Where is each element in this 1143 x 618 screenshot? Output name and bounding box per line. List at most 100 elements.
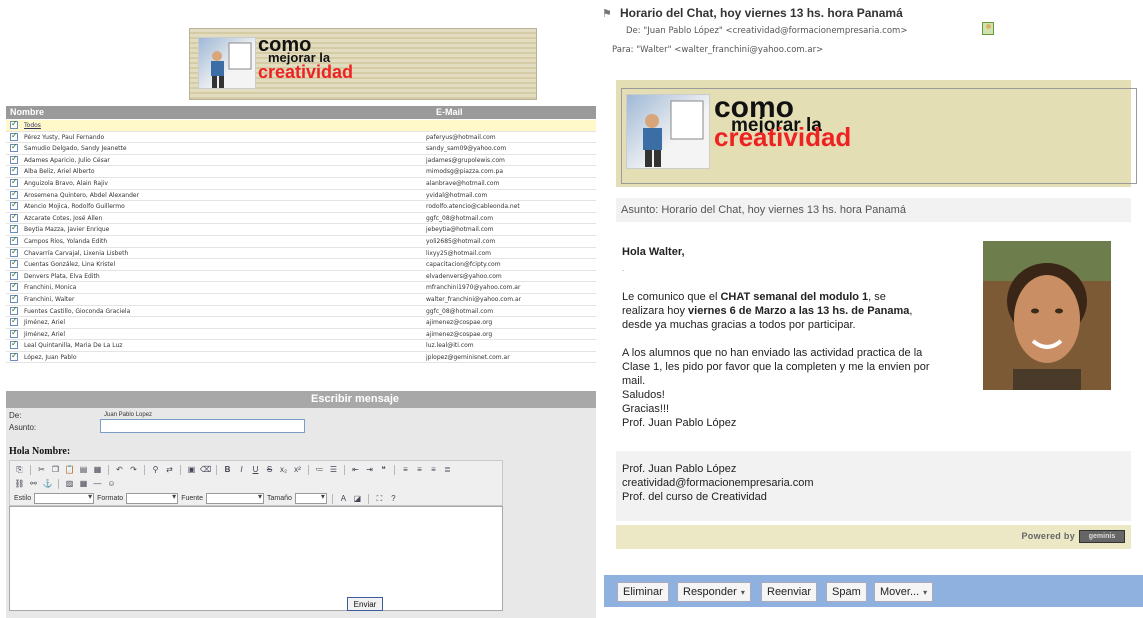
contact-row[interactable]: Leal Quintanilla, Maria De La Luz luz.lea…: [6, 339, 596, 352]
contact-name: Campos Ríos, Yolanda Edith: [24, 237, 108, 245]
outdent-icon[interactable]: ⇤: [350, 464, 361, 475]
underline-icon[interactable]: U: [250, 464, 261, 475]
contact-checkbox[interactable]: [10, 142, 18, 153]
replace-icon[interactable]: ⇄: [164, 464, 175, 475]
contact-checkbox[interactable]: [10, 131, 18, 141]
contact-row[interactable]: Cuentas González, Lina Kristel capacitaci…: [6, 258, 596, 271]
subscript-icon[interactable]: x₂: [278, 464, 289, 475]
contact-row[interactable]: Chavarría Carvajal, Lixenia Lisbeth lixyy…: [6, 247, 596, 260]
contact-row[interactable]: Campos Ríos, Yolanda Edith yoli2685@hotma…: [6, 235, 596, 248]
contact-checkbox[interactable]: [10, 189, 18, 199]
contact-checkbox[interactable]: [10, 305, 18, 315]
align-right-icon[interactable]: ≡: [428, 464, 439, 475]
bg-color-icon[interactable]: ◪: [352, 493, 363, 504]
cut-icon[interactable]: ✂: [36, 464, 47, 475]
align-justify-icon[interactable]: ≣: [442, 464, 453, 475]
align-center-icon[interactable]: ≡: [414, 464, 425, 475]
move-button[interactable]: Mover... ▾: [874, 582, 934, 602]
reply-button[interactable]: Responder ▾: [677, 582, 751, 602]
contact-checkbox[interactable]: [10, 247, 18, 257]
select-all-row[interactable]: Todos: [6, 119, 596, 132]
blockquote-icon[interactable]: ❝: [378, 464, 389, 475]
horizontal-rule-icon[interactable]: ―: [92, 478, 103, 489]
contact-checkbox[interactable]: [10, 293, 18, 303]
contact-checkbox[interactable]: [10, 316, 18, 327]
add-contact-icon[interactable]: [982, 22, 994, 35]
bold-icon[interactable]: B: [222, 464, 233, 475]
reply-dropdown-icon[interactable]: ▾: [741, 588, 745, 597]
contact-row[interactable]: Jiménez, Ariel ajimenez@cospae.org: [6, 316, 596, 329]
paste-text-icon[interactable]: ▤: [78, 464, 89, 475]
send-button[interactable]: Enviar: [347, 597, 383, 611]
font-select[interactable]: [205, 492, 264, 504]
subject-input[interactable]: [100, 419, 305, 433]
contact-checkbox[interactable]: [10, 270, 18, 280]
contact-row[interactable]: Beytia Mazza, Javier Enrique jebeytia@hot…: [6, 223, 596, 236]
table-icon[interactable]: ▦: [78, 478, 89, 489]
contact-checkbox[interactable]: [10, 223, 18, 234]
contact-name: Azcarate Cotes, José Allen: [24, 214, 103, 222]
contact-row[interactable]: Arosemena Quintero, Abdel Alexander yvida…: [6, 189, 596, 202]
contact-row[interactable]: Atencio Mojica, Rodolfo Guillermo rodolfo…: [6, 200, 596, 213]
contact-row[interactable]: Franchini, Monica mfranchini1970@yahoo.co…: [6, 281, 596, 294]
undo-icon[interactable]: ↶: [114, 464, 125, 475]
source-icon[interactable]: ⎘: [14, 464, 25, 475]
contact-row[interactable]: Alba Beliz, Ariel Alberto mimodsg@piazza.…: [6, 165, 596, 178]
italic-icon[interactable]: I: [236, 464, 247, 475]
contact-checkbox[interactable]: [10, 235, 18, 245]
anchor-icon[interactable]: ⚓: [42, 478, 53, 489]
contact-row[interactable]: Fuentes Castillo, Gioconda Graciela ggfc_…: [6, 305, 596, 318]
forward-button[interactable]: Reenviar: [761, 582, 818, 602]
select-all-icon[interactable]: ▣: [186, 464, 197, 475]
contact-checkbox[interactable]: [10, 200, 18, 211]
contact-checkbox[interactable]: [10, 212, 18, 222]
contact-row[interactable]: Jiménez, Ariel ajimenez@cospae.org: [6, 328, 596, 341]
contact-checkbox[interactable]: [10, 351, 18, 361]
move-label: Mover...: [880, 586, 920, 598]
unlink-icon[interactable]: ⚯: [28, 478, 39, 489]
style-select[interactable]: [34, 492, 95, 504]
contact-row[interactable]: Azcarate Cotes, José Allen ggfc_08@hotmai…: [6, 212, 596, 225]
paste-icon[interactable]: 📋: [64, 464, 75, 475]
contact-checkbox[interactable]: [10, 177, 18, 187]
contact-checkbox[interactable]: [10, 165, 18, 176]
image-icon[interactable]: ▨: [64, 478, 75, 489]
contact-checkbox[interactable]: [10, 339, 18, 350]
remove-format-icon[interactable]: ⌫: [200, 464, 211, 475]
align-left-icon[interactable]: ≡: [400, 464, 411, 475]
text-color-icon[interactable]: A: [338, 493, 349, 504]
link-icon[interactable]: ⛓: [14, 478, 25, 489]
special-char-icon[interactable]: ☺: [106, 478, 117, 489]
indent-icon[interactable]: ⇥: [364, 464, 375, 475]
copy-icon[interactable]: ❐: [50, 464, 61, 475]
delete-button[interactable]: Eliminar: [617, 582, 669, 602]
find-icon[interactable]: ⚲: [150, 464, 161, 475]
contact-email: ggfc_08@hotmail.com: [426, 307, 494, 315]
maximize-icon[interactable]: ⛶: [374, 493, 385, 504]
contact-checkbox[interactable]: [10, 328, 18, 338]
flag-icon[interactable]: ⚑: [602, 7, 612, 20]
strikethrough-icon[interactable]: S: [264, 464, 275, 475]
superscript-icon[interactable]: x²: [292, 464, 303, 475]
contact-row[interactable]: Denvers Plata, Elva Edith elvadenvers@yah…: [6, 270, 596, 283]
paste-word-icon[interactable]: ▦: [92, 464, 103, 475]
contact-row[interactable]: Adames Aparicio, Julio César jadames@grup…: [6, 154, 596, 167]
move-dropdown-icon[interactable]: ▾: [923, 588, 927, 597]
contact-row[interactable]: Franchini, Walter walter_franchini@yahoo.…: [6, 293, 596, 306]
spam-button[interactable]: Spam: [826, 582, 867, 602]
contact-row[interactable]: Anguizola Bravo, Alain Rajiv alanbrave@ho…: [6, 177, 596, 190]
contact-checkbox[interactable]: [10, 258, 18, 269]
contact-checkbox[interactable]: [10, 154, 18, 164]
numbered-list-icon[interactable]: ≔: [314, 464, 325, 475]
contact-row[interactable]: Pérez Yusty, Paul Fernando paferyus@hotma…: [6, 131, 596, 144]
format-select[interactable]: [126, 492, 179, 504]
bullet-list-icon[interactable]: ☰: [328, 464, 339, 475]
contact-checkbox[interactable]: [10, 281, 18, 292]
message-editor[interactable]: [9, 506, 503, 611]
size-select[interactable]: [294, 492, 327, 504]
contact-row[interactable]: Samudio Delgado, Sandy Jeanette sandy_sam…: [6, 142, 596, 155]
select-all-checkbox[interactable]: [10, 119, 18, 129]
help-icon[interactable]: ?: [388, 493, 399, 504]
redo-icon[interactable]: ↷: [128, 464, 139, 475]
contact-row[interactable]: López, Juan Pablo jplopez@geminisnet.com.…: [6, 351, 596, 364]
